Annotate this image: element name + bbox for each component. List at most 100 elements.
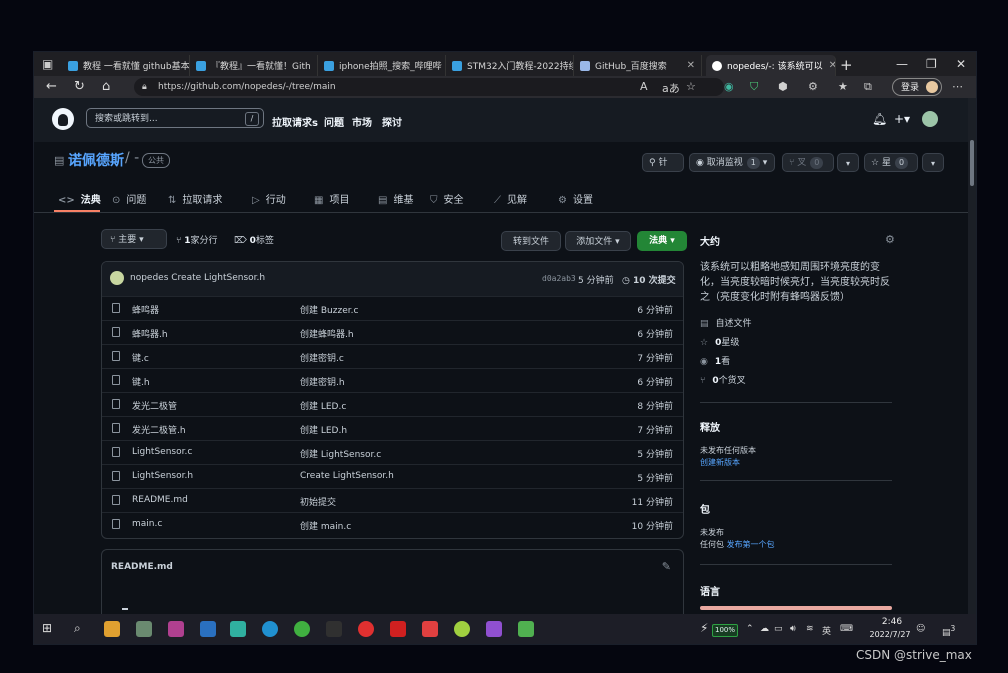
go-to-file-button[interactable]: 转到文件 (501, 231, 561, 251)
repo-name[interactable]: / - (125, 150, 139, 166)
commit-message[interactable]: nopedes Create LightSensor.h (130, 273, 265, 283)
app-icon[interactable] (230, 621, 246, 637)
nav-pull-requests[interactable]: 拉取请求s (272, 114, 318, 129)
tab-security[interactable]: ⛉ 安全 (430, 191, 464, 206)
file-name[interactable]: LightSensor.c (132, 447, 192, 457)
file-commit-message[interactable]: 初始提交 (300, 495, 336, 508)
branches-link[interactable]: ⑂ 1家分行 (176, 233, 218, 246)
packages-heading[interactable]: 包 (700, 501, 710, 516)
file-commit-message[interactable]: 创建 LED.c (300, 399, 346, 412)
commit-count-link[interactable]: ◷ 10 次提交 (622, 273, 676, 286)
search-input[interactable]: 搜索或跳转到... / (86, 108, 264, 128)
back-icon[interactable]: ← (46, 79, 57, 94)
windows-start-icon[interactable]: ⊞ (42, 621, 52, 635)
extension-icon[interactable]: ⬢ (778, 80, 788, 93)
fork-dropdown[interactable]: ▾ (837, 153, 859, 172)
fork-button[interactable]: ⑂ 叉0 (782, 153, 834, 172)
file-commit-message[interactable]: 创建密钥.c (300, 351, 344, 364)
search-icon[interactable]: ⌕ (74, 621, 81, 636)
file-name[interactable]: 蜂鸣器 (132, 303, 159, 316)
notification-center-icon[interactable]: ▤3 (942, 624, 955, 638)
file-commit-message[interactable]: 创建蜂鸣器.h (300, 327, 354, 340)
restore-icon[interactable]: ❐ (926, 57, 937, 71)
file-name[interactable]: 发光二极管 (132, 399, 177, 412)
browser-tab[interactable]: 『教程』一看就懂！Gith ✕ (190, 55, 318, 76)
branch-select[interactable]: ⑂ 主要 ▾ (101, 229, 167, 249)
extensions-icon[interactable]: ⚙ (808, 80, 818, 93)
tab-issues[interactable]: ⊙ 问题 (112, 191, 146, 206)
forks-link[interactable]: ⑂ 0个货叉 (700, 373, 746, 386)
releases-heading[interactable]: 释放 (700, 419, 720, 434)
table-row[interactable]: 发光二极管.h 创建 LED.h 7 分钟前 (102, 416, 683, 440)
table-row[interactable]: 键.c 创建密钥.c 7 分钟前 (102, 344, 683, 368)
browser-tab[interactable]: 教程 一看就懂 github基本 ✕ (62, 55, 190, 76)
visual-studio-icon[interactable] (486, 621, 502, 637)
app-icon[interactable] (136, 621, 152, 637)
star-dropdown[interactable]: ▾ (922, 153, 944, 172)
tab-settings[interactable]: ⚙ 设置 (558, 191, 593, 206)
create-new-icon[interactable]: +▾ (894, 112, 910, 126)
ime-indicator[interactable]: 英 (822, 624, 831, 637)
clock-time[interactable]: 2:46 (872, 617, 912, 627)
new-tab-button[interactable]: + (840, 56, 853, 74)
clock-date[interactable]: 2022/7/27 (860, 630, 920, 639)
file-commit-message[interactable]: 创建 main.c (300, 519, 351, 532)
close-tab-icon[interactable]: ✕ (823, 60, 835, 71)
file-commit-message[interactable]: Create LightSensor.h (300, 471, 394, 481)
notifications-icon[interactable]: 🔔︎ (872, 112, 887, 126)
file-name[interactable]: main.c (132, 519, 162, 529)
extension-icon[interactable]: ◉ (724, 80, 734, 93)
chat-icon[interactable]: ☺ (916, 624, 925, 634)
readme-link[interactable]: ▤ 自述文件 (700, 316, 752, 329)
avatar[interactable] (922, 111, 938, 127)
wechat-icon[interactable] (294, 621, 310, 637)
tray-icon[interactable]: ▭ (774, 624, 783, 634)
volume-icon[interactable]: 🔊︎ (790, 624, 796, 634)
favorites-bar-icon[interactable]: ★ (838, 80, 848, 93)
file-commit-message[interactable]: 创建密钥.h (300, 375, 345, 388)
outlook-icon[interactable] (200, 621, 216, 637)
app-icon[interactable] (454, 621, 470, 637)
stars-link[interactable]: ☆ 0星级 (700, 335, 739, 348)
table-row[interactable]: LightSensor.c 创建 LightSensor.c 5 分钟前 (102, 440, 683, 464)
code-button[interactable]: 法典 ▾ (637, 231, 687, 251)
publish-package-link[interactable]: 发布第一个包 (727, 540, 775, 549)
tab-actions[interactable]: ▷ 行动 (252, 191, 286, 206)
file-name[interactable]: LightSensor.h (132, 471, 193, 481)
browser-tab[interactable]: iphone拍照_搜索_哔哩哔 ✕ (318, 55, 446, 76)
table-row[interactable]: 蜂鸣器 创建 Buzzer.c 6 分钟前 (102, 296, 683, 320)
tab-wiki[interactable]: ▤ 维基 (378, 191, 413, 206)
file-name[interactable]: 键.c (132, 351, 149, 364)
watchers-link[interactable]: ◉ 1看 (700, 354, 730, 367)
add-file-button[interactable]: 添加文件 ▾ (565, 231, 631, 251)
tray-icon[interactable]: ☁ (760, 624, 769, 634)
commit-hash[interactable]: d0a2ab3 (542, 274, 576, 283)
star-button[interactable]: ☆ 星0 (864, 153, 918, 172)
table-row[interactable]: README.md 初始提交 11 分钟前 (102, 488, 683, 512)
close-tab-icon[interactable]: ✕ (681, 60, 695, 71)
file-commit-message[interactable]: 创建 Buzzer.c (300, 303, 358, 316)
file-name[interactable]: 发光二极管.h (132, 423, 186, 436)
chevron-up-icon[interactable]: ⌃ (746, 624, 754, 634)
app-icon[interactable] (390, 621, 406, 637)
refresh-icon[interactable]: ↻ (74, 79, 85, 94)
create-release-link[interactable]: 创建新版本 (700, 457, 740, 468)
table-row[interactable]: 蜂鸣器.h 创建蜂鸣器.h 6 分钟前 (102, 320, 683, 344)
nav-marketplace[interactable]: 市场 (352, 114, 372, 129)
tab-projects[interactable]: ▦ 项目 (314, 191, 349, 206)
gear-icon[interactable]: ⚙ (885, 233, 895, 246)
more-menu-icon[interactable]: ⋯ (952, 80, 963, 93)
tab-insights[interactable]: ⟋ 见解 (494, 191, 527, 206)
read-aloud-icon[interactable]: A (640, 80, 648, 93)
browser-tab[interactable]: STM32入门教程-2022持续 ✕ (446, 55, 574, 76)
music-icon[interactable] (358, 621, 374, 637)
wifi-icon[interactable]: ≋ (806, 624, 814, 634)
github-logo-icon[interactable] (52, 108, 74, 130)
extension-shield-icon[interactable]: ⛉ (750, 80, 758, 94)
tab-actions-icon[interactable]: ▣ (42, 57, 56, 71)
table-row[interactable]: 发光二极管 创建 LED.c 8 分钟前 (102, 392, 683, 416)
minimize-icon[interactable]: — (896, 57, 908, 71)
tab-code[interactable]: <> 法典 (58, 191, 101, 206)
tab-pull-requests[interactable]: ⇅ 拉取请求 (168, 191, 222, 206)
scrollbar-thumb[interactable] (970, 140, 974, 186)
